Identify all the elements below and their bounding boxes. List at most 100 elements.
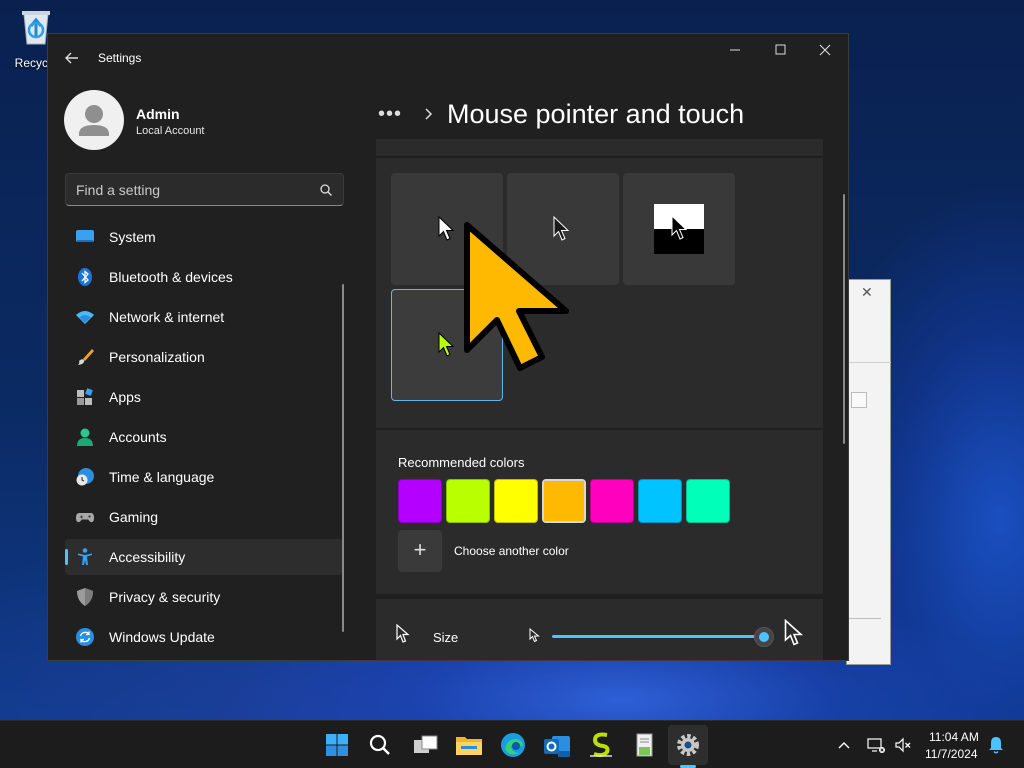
avatar[interactable] xyxy=(64,90,124,150)
sidebar-item-label: Privacy & security xyxy=(109,589,221,605)
close-icon xyxy=(819,44,831,56)
maximize-icon xyxy=(775,44,786,55)
choose-another-color-label[interactable]: Choose another color xyxy=(454,544,569,558)
chevron-up-icon[interactable] xyxy=(836,737,852,753)
search-icon[interactable] xyxy=(319,183,333,197)
brush-icon xyxy=(78,349,94,365)
sidebar-scrollbar[interactable] xyxy=(342,284,344,632)
sidebar-item-label: Accessibility xyxy=(109,549,186,565)
wifi-icon xyxy=(76,311,94,324)
profile-account-type: Local Account xyxy=(136,125,205,137)
search-icon[interactable] xyxy=(364,729,396,761)
person-avatar-icon xyxy=(79,105,109,136)
settings-icon[interactable] xyxy=(672,729,704,761)
sidebar-item-label: Bluetooth & devices xyxy=(109,269,233,285)
minimize-button[interactable] xyxy=(712,34,758,66)
sidebar-item-label: Accounts xyxy=(109,429,167,445)
color-swatch[interactable] xyxy=(446,479,490,523)
file-explorer-icon[interactable] xyxy=(453,729,485,761)
sidebar-item-label: System xyxy=(109,229,156,245)
background-dialog[interactable]: ✕ xyxy=(846,279,891,665)
network-status-icon[interactable] xyxy=(866,735,886,755)
profile-name: Admin xyxy=(136,106,180,122)
sidebar-item-label: Time & language xyxy=(109,469,215,485)
page-title: Mouse pointer and touch xyxy=(447,98,745,129)
large-pointer-preview-icon xyxy=(464,222,569,371)
plus-icon: + xyxy=(413,537,427,562)
sidebar-item-accounts[interactable]: Accounts xyxy=(65,419,343,455)
small-cursor-icon xyxy=(529,628,540,643)
pointer-style-inverted[interactable] xyxy=(623,173,735,285)
background-dialog-close-icon[interactable]: ✕ xyxy=(861,284,873,301)
edge-icon[interactable] xyxy=(497,729,529,761)
start-icon[interactable] xyxy=(321,729,353,761)
notepad-app-icon[interactable] xyxy=(629,729,661,761)
sidebar-item-system[interactable]: System xyxy=(65,219,343,255)
size-slider-track[interactable] xyxy=(552,635,764,638)
notification-bell-icon[interactable] xyxy=(987,735,1005,755)
sidebar-item-gaming[interactable]: Gaming xyxy=(65,499,343,535)
color-swatch[interactable] xyxy=(638,479,682,523)
arrow-left-icon xyxy=(65,52,78,64)
maximize-button[interactable] xyxy=(757,34,803,66)
settings-window: Settings Admin Local Account Find a sett… xyxy=(47,33,849,661)
title-bar: Settings xyxy=(48,34,848,82)
outlook-icon[interactable] xyxy=(541,729,573,761)
color-swatches xyxy=(398,479,734,523)
sidebar-item-label: Network & internet xyxy=(109,309,225,325)
apps-icon xyxy=(77,388,93,405)
back-button[interactable] xyxy=(62,48,82,68)
breadcrumb-more-button[interactable]: ••• xyxy=(378,103,408,126)
search-input[interactable] xyxy=(66,174,316,205)
sidebar-item-label: Apps xyxy=(109,389,141,405)
sidebar-nav: System Bluetooth & devices Network & int… xyxy=(65,219,343,659)
large-cursor-icon xyxy=(784,619,804,646)
sidebar-item-time-language[interactable]: Time & language xyxy=(65,459,343,495)
window-title: Settings xyxy=(98,51,142,65)
search-box[interactable] xyxy=(65,173,344,206)
taskbar-date[interactable]: 11/7/2024 xyxy=(925,747,978,761)
background-dialog-divider xyxy=(847,362,891,363)
bluetooth-icon xyxy=(78,268,92,286)
taskbar-time[interactable]: 11:04 AM xyxy=(929,730,979,744)
system-icon xyxy=(76,230,94,242)
task-view-icon[interactable] xyxy=(410,729,442,761)
sidebar-item-personalization[interactable]: Personalization xyxy=(65,339,343,375)
color-swatch[interactable] xyxy=(398,479,442,523)
sidebar-item-windows-update[interactable]: Windows Update xyxy=(65,619,343,655)
inverted-cursor-icon xyxy=(654,204,704,254)
sidebar-item-bluetooth[interactable]: Bluetooth & devices xyxy=(65,259,343,295)
size-label: Size xyxy=(433,630,459,645)
sidebar-item-label: Personalization xyxy=(109,349,205,365)
color-swatch[interactable] xyxy=(542,479,586,523)
size-card: Size xyxy=(376,599,823,660)
sidebar-item-accessibility[interactable]: Accessibility xyxy=(65,539,343,575)
sidebar-item-label: Gaming xyxy=(109,509,159,525)
gamepad-icon xyxy=(76,513,94,523)
close-button[interactable] xyxy=(802,34,848,66)
sidebar-item-network[interactable]: Network & internet xyxy=(65,299,343,335)
chevron-right-icon xyxy=(425,108,433,120)
color-swatch[interactable] xyxy=(686,479,730,523)
pointer-size-icon xyxy=(396,624,410,643)
breadcrumb: ••• Mouse pointer and touch xyxy=(378,94,744,134)
person-icon xyxy=(77,428,93,446)
sidebar-item-apps[interactable]: Apps xyxy=(65,379,343,415)
background-dialog-field[interactable] xyxy=(851,392,867,408)
recommended-colors-heading: Recommended colors xyxy=(398,455,525,470)
choose-another-color-button[interactable]: + xyxy=(398,530,442,572)
color-swatch[interactable] xyxy=(590,479,634,523)
content-card-top xyxy=(376,139,823,157)
recommended-colors-card: Recommended colors + Choose another colo… xyxy=(376,430,823,594)
color-swatch[interactable] xyxy=(494,479,538,523)
size-slider-thumb[interactable] xyxy=(754,627,774,647)
sketch-app-icon[interactable] xyxy=(585,729,617,761)
shield-icon xyxy=(77,588,93,606)
clock-globe-icon xyxy=(76,468,94,486)
minimize-icon xyxy=(730,49,740,51)
sidebar-item-privacy-security[interactable]: Privacy & security xyxy=(65,579,343,615)
white-cursor-icon xyxy=(438,216,455,241)
content-scrollbar[interactable] xyxy=(843,194,845,444)
custom-color-cursor-icon xyxy=(438,332,455,357)
volume-muted-icon[interactable] xyxy=(893,735,913,755)
